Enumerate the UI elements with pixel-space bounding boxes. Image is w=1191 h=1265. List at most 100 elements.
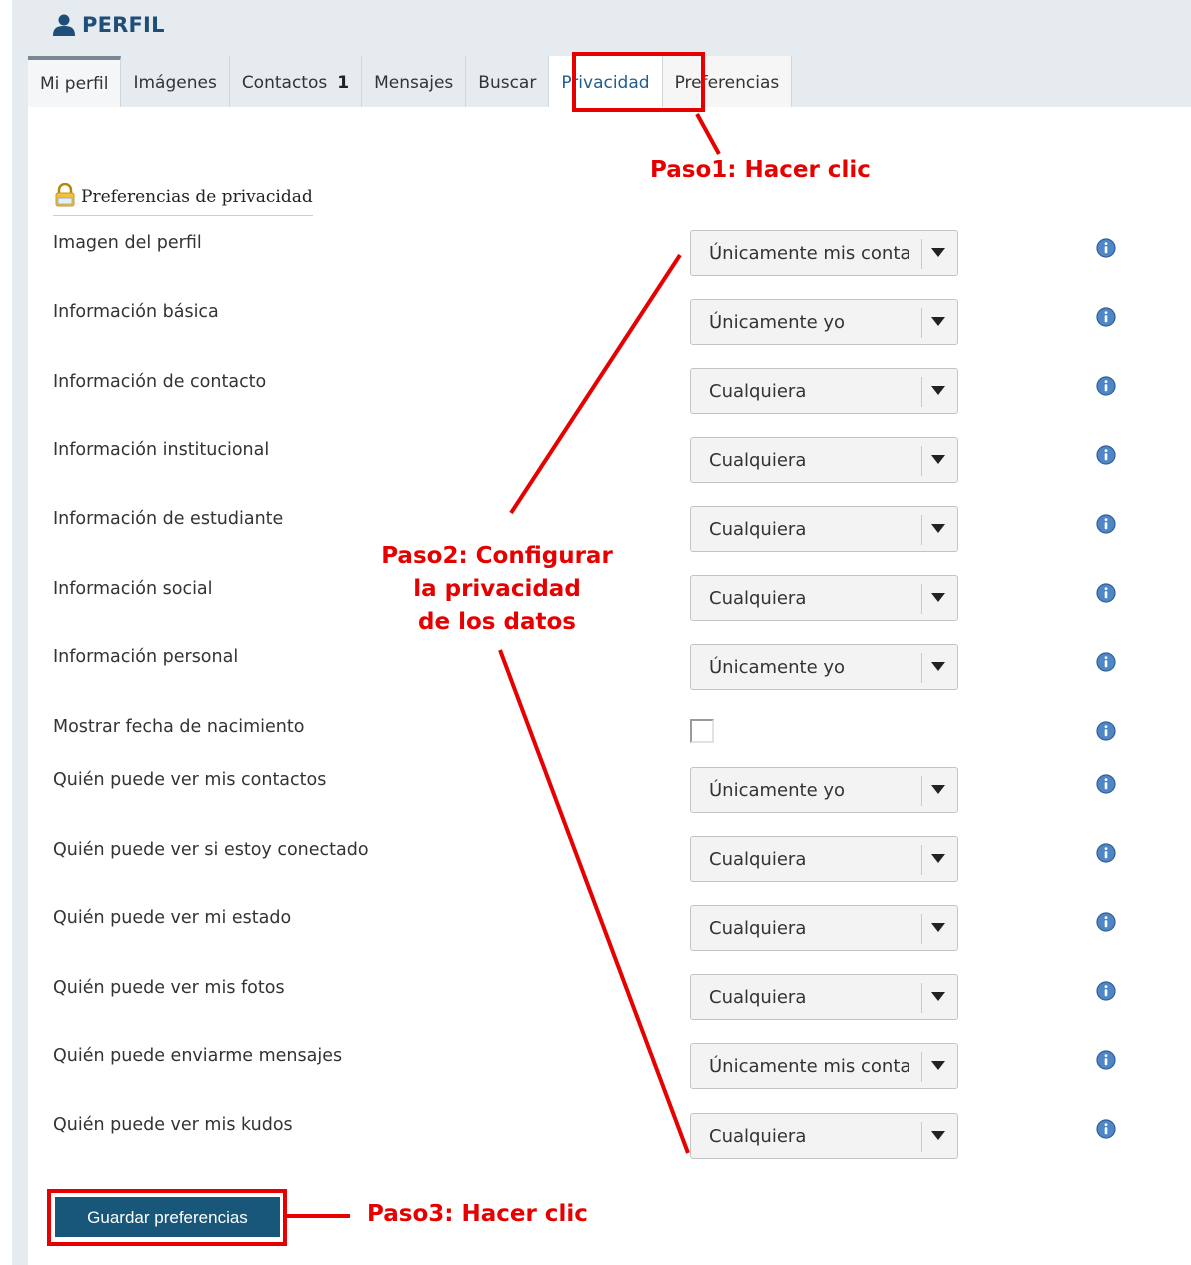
dropdown-arrow-icon — [931, 248, 945, 257]
tab-contactos[interactable]: Contactos 1 — [229, 56, 363, 107]
dropdown-arrow-icon — [931, 1061, 945, 1070]
annotation-step2: Paso2: Configurar la privacidad de los d… — [378, 540, 616, 639]
select-ver-conectado[interactable]: Cualquiera — [690, 836, 958, 882]
setting-label: Quién puede ver mi estado — [53, 908, 292, 928]
annotation-step2-line: Paso2: Configurar — [381, 543, 613, 569]
select-divider — [921, 446, 922, 476]
annotation-step1: Paso1: Hacer clic — [650, 157, 871, 183]
setting-label: Quién puede ver si estoy conectado — [53, 840, 369, 860]
annotation-line-step2-up — [509, 253, 682, 515]
select-value: Cualquiera — [709, 918, 807, 939]
select-informacion-basica[interactable]: Únicamente yo — [690, 299, 958, 345]
setting-label: Información social — [53, 579, 213, 599]
select-divider — [921, 1122, 922, 1152]
birthdate-checkbox[interactable] — [690, 719, 714, 743]
select-value: Únicamente yo — [709, 780, 846, 801]
select-informacion-social[interactable]: Cualquiera — [690, 575, 958, 621]
dropdown-arrow-icon — [931, 992, 945, 1001]
page-title: PERFIL — [52, 10, 165, 40]
dropdown-arrow-icon — [931, 662, 945, 671]
dropdown-arrow-icon — [931, 923, 945, 932]
select-divider — [921, 308, 922, 338]
info-icon[interactable] — [1096, 774, 1116, 794]
select-ver-estado[interactable]: Cualquiera — [690, 905, 958, 951]
select-value: Cualquiera — [709, 450, 807, 471]
tab-label: Mensajes — [374, 73, 454, 93]
setting-label: Información de contacto — [53, 372, 267, 392]
info-icon[interactable] — [1096, 514, 1116, 534]
select-enviar-mensajes[interactable]: Únicamente mis contactos — [690, 1043, 958, 1089]
setting-label: Imagen del perfil — [53, 233, 202, 253]
select-imagen-perfil[interactable]: Únicamente mis contactos — [690, 230, 958, 276]
dropdown-arrow-icon — [931, 854, 945, 863]
select-divider — [921, 584, 922, 614]
lock-icon — [53, 182, 77, 211]
setting-label: Quién puede ver mis kudos — [53, 1115, 293, 1135]
dropdown-arrow-icon — [931, 317, 945, 326]
info-icon[interactable] — [1096, 583, 1116, 603]
info-icon[interactable] — [1096, 912, 1116, 932]
setting-label: Información de estudiante — [53, 509, 284, 529]
tab-label: Imágenes — [133, 73, 217, 93]
left-strip — [0, 0, 28, 1265]
setting-label: Información institucional — [53, 440, 270, 460]
setting-label: Información básica — [53, 302, 219, 322]
select-informacion-contacto[interactable]: Cualquiera — [690, 368, 958, 414]
select-value: Únicamente mis contactos — [709, 243, 909, 264]
dropdown-arrow-icon — [931, 1131, 945, 1140]
section-heading: Preferencias de privacidad — [53, 182, 313, 216]
dropdown-arrow-icon — [931, 785, 945, 794]
dropdown-arrow-icon — [931, 524, 945, 533]
tab-label: Buscar — [478, 73, 537, 93]
select-value: Cualquiera — [709, 519, 807, 540]
contacts-count-badge: 1 — [337, 73, 350, 93]
save-preferences-button[interactable]: Guardar preferencias — [55, 1197, 280, 1237]
dropdown-arrow-icon — [931, 386, 945, 395]
info-icon[interactable] — [1096, 1050, 1116, 1070]
tab-buscar[interactable]: Buscar — [466, 56, 550, 107]
select-ver-kudos[interactable]: Cualquiera — [690, 1113, 958, 1159]
select-value: Únicamente yo — [709, 312, 846, 333]
select-divider — [921, 1052, 922, 1082]
annotation-line-step2-down — [498, 649, 690, 1154]
select-informacion-estudiante[interactable]: Cualquiera — [690, 506, 958, 552]
annotation-step2-line: la privacidad — [413, 576, 581, 602]
select-value: Cualquiera — [709, 987, 807, 1008]
select-informacion-personal[interactable]: Únicamente yo — [690, 644, 958, 690]
select-value: Cualquiera — [709, 381, 807, 402]
select-divider — [921, 377, 922, 407]
user-icon — [52, 13, 76, 37]
page-title-text: PERFIL — [82, 13, 165, 37]
select-divider — [921, 515, 922, 545]
select-divider — [921, 983, 922, 1013]
tab-mi-perfil[interactable]: Mi perfil — [28, 56, 122, 107]
info-icon[interactable] — [1096, 981, 1116, 1001]
info-icon[interactable] — [1096, 652, 1116, 672]
info-icon[interactable] — [1096, 1119, 1116, 1139]
select-value: Únicamente mis contactos — [709, 1056, 909, 1077]
setting-label: Quién puede ver mis fotos — [53, 978, 285, 998]
select-divider — [921, 776, 922, 806]
annotation-highlight-tab — [572, 52, 705, 112]
setting-label: Mostrar fecha de nacimiento — [53, 717, 305, 737]
tab-label: Mi perfil — [40, 74, 109, 94]
select-value: Únicamente yo — [709, 657, 846, 678]
tab-imagenes[interactable]: Imágenes — [121, 56, 230, 107]
select-divider — [921, 239, 922, 269]
info-icon[interactable] — [1096, 721, 1116, 741]
info-icon[interactable] — [1096, 843, 1116, 863]
dropdown-arrow-icon — [931, 455, 945, 464]
select-ver-fotos[interactable]: Cualquiera — [690, 974, 958, 1020]
tab-mensajes[interactable]: Mensajes — [362, 56, 467, 107]
info-icon[interactable] — [1096, 238, 1116, 258]
info-icon[interactable] — [1096, 307, 1116, 327]
info-icon[interactable] — [1096, 376, 1116, 396]
dropdown-arrow-icon — [931, 593, 945, 602]
select-divider — [921, 845, 922, 875]
select-ver-contactos[interactable]: Únicamente yo — [690, 767, 958, 813]
select-value: Cualquiera — [709, 588, 807, 609]
annotation-line-step1 — [695, 113, 721, 155]
setting-label: Quién puede enviarme mensajes — [53, 1046, 343, 1066]
select-informacion-institucional[interactable]: Cualquiera — [690, 437, 958, 483]
info-icon[interactable] — [1096, 445, 1116, 465]
